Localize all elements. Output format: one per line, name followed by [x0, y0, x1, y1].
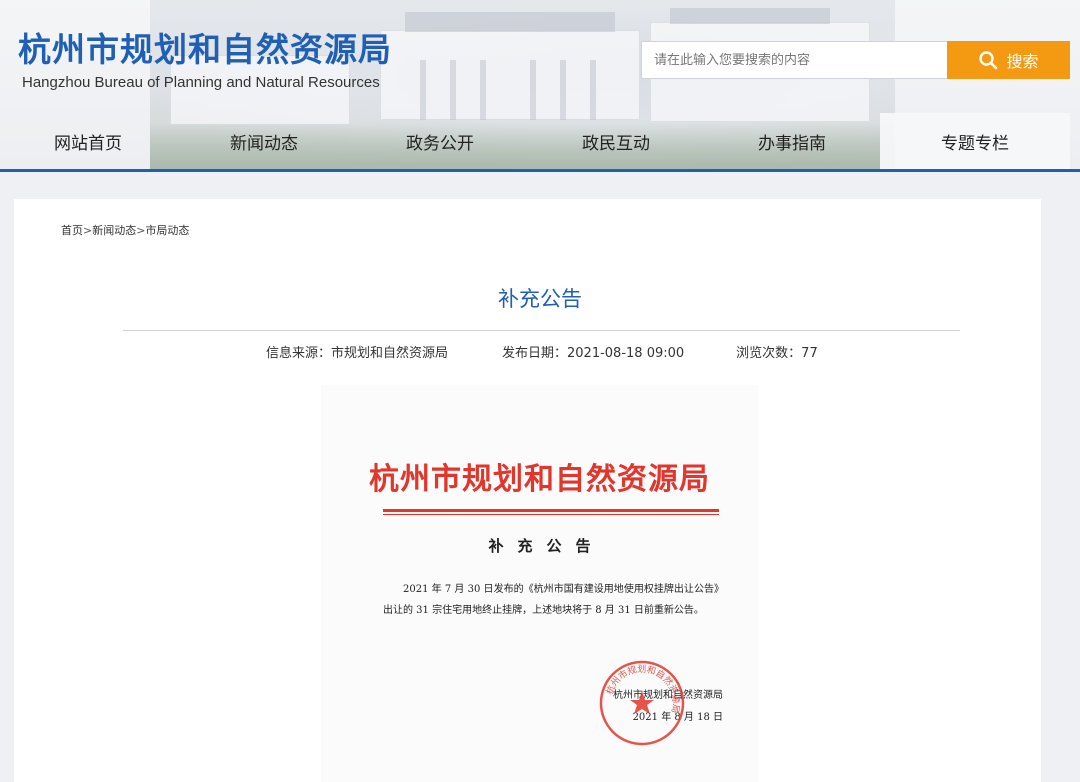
- document-image: 杭州市规划和自然资源局 补充公告 2021 年 7 月 30 日发布的《杭州市国…: [321, 385, 758, 782]
- official-seal-icon: 杭州市规划和自然资源局: [599, 660, 685, 746]
- meta-date: 发布日期：2021-08-18 09:00: [502, 346, 685, 361]
- letterhead-rule-thin: [383, 514, 719, 515]
- search-button-label: 搜索: [1006, 52, 1039, 71]
- main-nav: 网站首页 新闻动态 政务公开 政民互动 办事指南 专题专栏: [0, 113, 1080, 169]
- site-logo-subtitle: Hangzhou Bureau of Planning and Natural …: [22, 74, 380, 91]
- nav-item-home[interactable]: 网站首页: [0, 113, 176, 169]
- search-input[interactable]: [641, 41, 947, 79]
- meta-source: 信息来源：市规划和自然资源局: [266, 346, 449, 361]
- nav-item-government-affairs[interactable]: 政务公开: [352, 113, 528, 169]
- search-button[interactable]: 搜索: [947, 41, 1070, 79]
- breadcrumb: 首页>新闻动态>市局动态: [61, 224, 189, 238]
- article-title: 补充公告: [498, 287, 582, 311]
- search-bar: 搜索: [641, 41, 1070, 79]
- nav-item-service-guide[interactable]: 办事指南: [704, 113, 880, 169]
- meta-views: 浏览次数：77: [736, 346, 818, 361]
- search-icon: [979, 51, 998, 70]
- nav-item-special-topics[interactable]: 专题专栏: [880, 113, 1070, 169]
- article-meta: 信息来源：市规划和自然资源局 发布日期：2021-08-18 09:00 浏览次…: [266, 345, 818, 363]
- site-header: 杭州市规划和自然资源局 Hangzhou Bureau of Planning …: [0, 0, 1080, 172]
- letterhead-rule: [383, 509, 719, 512]
- article-card: 首页>新闻动态>市局动态 补充公告 信息来源：市规划和自然资源局 发布日期：20…: [14, 199, 1041, 782]
- site-logo-title[interactable]: 杭州市规划和自然资源局: [18, 30, 392, 70]
- nav-item-public-interaction[interactable]: 政民互动: [528, 113, 704, 169]
- document-body: 2021 年 7 月 30 日发布的《杭州市国有建设用地使用权挂牌出让公告》出让…: [383, 584, 719, 616]
- breadcrumb-home[interactable]: 首页: [61, 224, 83, 237]
- document-subtitle: 补充公告: [488, 537, 605, 555]
- nav-underline: [0, 169, 1080, 172]
- breadcrumb-news[interactable]: 新闻动态: [92, 224, 136, 237]
- breadcrumb-separator: >: [83, 224, 93, 237]
- document-letterhead: 杭州市规划和自然资源局: [369, 462, 710, 497]
- nav-item-news[interactable]: 新闻动态: [176, 113, 352, 169]
- title-divider: [123, 330, 960, 331]
- breadcrumb-bureau-news[interactable]: 市局动态: [145, 224, 189, 237]
